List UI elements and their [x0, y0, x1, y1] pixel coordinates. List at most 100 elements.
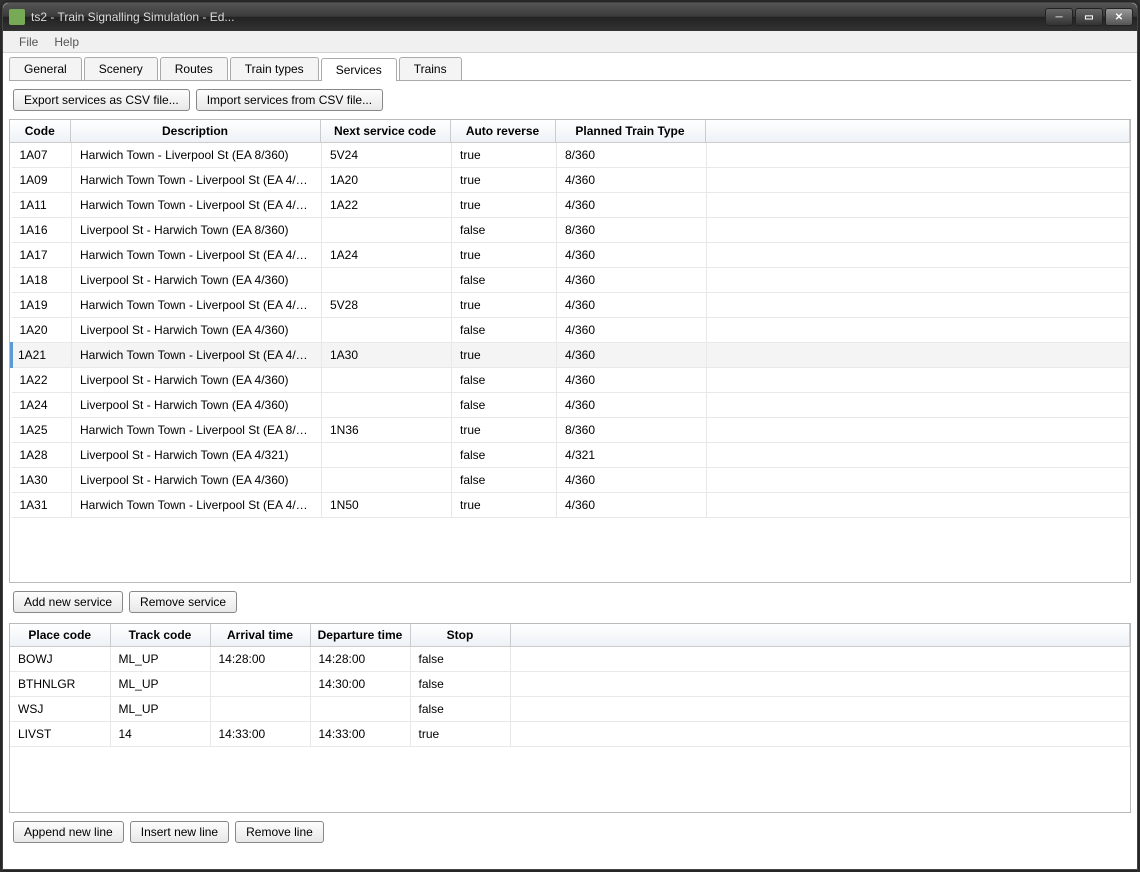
col-ptype[interactable]: Planned Train Type [555, 120, 705, 143]
cell-auto[interactable]: false [452, 443, 557, 468]
cell-ptype[interactable]: 8/360 [557, 143, 707, 168]
col-desc[interactable]: Description [70, 120, 320, 143]
add-service-button[interactable]: Add new service [13, 591, 123, 613]
cell-desc[interactable]: Liverpool St - Harwich Town (EA 4/360) [72, 268, 322, 293]
cell-next[interactable]: 1A30 [322, 343, 452, 368]
cell-next[interactable]: 1A24 [322, 243, 452, 268]
cell-next[interactable]: 1N36 [322, 418, 452, 443]
cell-desc[interactable]: Harwich Town - Liverpool St (EA 8/360) [72, 143, 322, 168]
lines-table[interactable]: Place code Track code Arrival time Depar… [9, 623, 1131, 813]
col-track[interactable]: Track code [110, 624, 210, 647]
cell-ptype[interactable]: 4/360 [557, 268, 707, 293]
cell-arr[interactable] [210, 672, 310, 697]
cell-code[interactable]: 1A28 [12, 443, 72, 468]
cell-dep[interactable]: 14:30:00 [310, 672, 410, 697]
cell-desc[interactable]: Liverpool St - Harwich Town (EA 4/360) [72, 468, 322, 493]
insert-line-button[interactable]: Insert new line [130, 821, 229, 843]
table-row[interactable]: 1A07Harwich Town - Liverpool St (EA 8/36… [12, 143, 1130, 168]
table-row[interactable]: 1A20Liverpool St - Harwich Town (EA 4/36… [12, 318, 1130, 343]
tab-traintypes[interactable]: Train types [230, 57, 319, 80]
cell-ptype[interactable]: 8/360 [557, 218, 707, 243]
tab-routes[interactable]: Routes [160, 57, 228, 80]
table-row[interactable]: WSJML_UPfalse [10, 697, 1130, 722]
table-row[interactable]: 1A17Harwich Town Town - Liverpool St (EA… [12, 243, 1130, 268]
cell-code[interactable]: 1A16 [12, 218, 72, 243]
cell-next[interactable] [322, 368, 452, 393]
cell-next[interactable] [322, 443, 452, 468]
cell-arr[interactable]: 14:28:00 [210, 647, 310, 672]
cell-desc[interactable]: Harwich Town Town - Liverpool St (EA 4/3… [72, 293, 322, 318]
cell-ptype[interactable]: 4/360 [557, 243, 707, 268]
cell-next[interactable]: 1N50 [322, 493, 452, 518]
cell-track[interactable]: ML_UP [110, 647, 210, 672]
tab-general[interactable]: General [9, 57, 82, 80]
cell-desc[interactable]: Liverpool St - Harwich Town (EA 4/321) [72, 443, 322, 468]
cell-next[interactable]: 1A22 [322, 193, 452, 218]
cell-auto[interactable]: true [452, 243, 557, 268]
cell-track[interactable]: ML_UP [110, 672, 210, 697]
cell-track[interactable]: 14 [110, 722, 210, 747]
cell-next[interactable]: 1A20 [322, 168, 452, 193]
cell-code[interactable]: 1A18 [12, 268, 72, 293]
cell-code[interactable]: 1A24 [12, 393, 72, 418]
cell-ptype[interactable]: 4/360 [557, 293, 707, 318]
col-stop[interactable]: Stop [410, 624, 510, 647]
cell-next[interactable] [322, 218, 452, 243]
table-row[interactable]: LIVST1414:33:0014:33:00true [10, 722, 1130, 747]
cell-dep[interactable]: 14:33:00 [310, 722, 410, 747]
col-auto[interactable]: Auto reverse [450, 120, 555, 143]
cell-arr[interactable] [210, 697, 310, 722]
table-row[interactable]: 1A30Liverpool St - Harwich Town (EA 4/36… [12, 468, 1130, 493]
cell-code[interactable]: 1A25 [12, 418, 72, 443]
cell-desc[interactable]: Harwich Town Town - Liverpool St (EA 4/3… [72, 493, 322, 518]
menu-file[interactable]: File [11, 33, 46, 51]
cell-next[interactable] [322, 318, 452, 343]
cell-code[interactable]: 1A20 [12, 318, 72, 343]
table-row[interactable]: 1A21Harwich Town Town - Liverpool St (EA… [12, 343, 1130, 368]
cell-ptype[interactable]: 4/321 [557, 443, 707, 468]
cell-desc[interactable]: Liverpool St - Harwich Town (EA 4/360) [72, 318, 322, 343]
cell-auto[interactable]: false [452, 318, 557, 343]
cell-auto[interactable]: false [452, 218, 557, 243]
cell-ptype[interactable]: 4/360 [557, 168, 707, 193]
services-table[interactable]: Code Description Next service code Auto … [9, 119, 1131, 583]
close-button[interactable]: ✕ [1105, 8, 1133, 26]
cell-place[interactable]: BTHNLGR [10, 672, 110, 697]
table-row[interactable]: 1A18Liverpool St - Harwich Town (EA 4/36… [12, 268, 1130, 293]
cell-auto[interactable]: false [452, 468, 557, 493]
cell-desc[interactable]: Harwich Town Town - Liverpool St (EA 8/3… [72, 418, 322, 443]
cell-code[interactable]: 1A11 [12, 193, 72, 218]
col-dep[interactable]: Departure time [310, 624, 410, 647]
cell-dep[interactable]: 14:28:00 [310, 647, 410, 672]
table-row[interactable]: BTHNLGRML_UP14:30:00false [10, 672, 1130, 697]
cell-code[interactable]: 1A09 [12, 168, 72, 193]
cell-desc[interactable]: Liverpool St - Harwich Town (EA 4/360) [72, 368, 322, 393]
table-row[interactable]: 1A25Harwich Town Town - Liverpool St (EA… [12, 418, 1130, 443]
table-row[interactable]: 1A22Liverpool St - Harwich Town (EA 4/36… [12, 368, 1130, 393]
cell-next[interactable] [322, 268, 452, 293]
table-row[interactable]: BOWJML_UP14:28:0014:28:00false [10, 647, 1130, 672]
cell-next[interactable]: 5V28 [322, 293, 452, 318]
cell-place[interactable]: BOWJ [10, 647, 110, 672]
cell-code[interactable]: 1A19 [12, 293, 72, 318]
remove-service-button[interactable]: Remove service [129, 591, 237, 613]
cell-dep[interactable] [310, 697, 410, 722]
col-arr[interactable]: Arrival time [210, 624, 310, 647]
col-place[interactable]: Place code [10, 624, 110, 647]
cell-arr[interactable]: 14:33:00 [210, 722, 310, 747]
cell-code[interactable]: 1A17 [12, 243, 72, 268]
table-row[interactable]: 1A09Harwich Town Town - Liverpool St (EA… [12, 168, 1130, 193]
table-row[interactable]: 1A19Harwich Town Town - Liverpool St (EA… [12, 293, 1130, 318]
export-csv-button[interactable]: Export services as CSV file... [13, 89, 190, 111]
cell-next[interactable] [322, 393, 452, 418]
table-row[interactable]: 1A31Harwich Town Town - Liverpool St (EA… [12, 493, 1130, 518]
append-line-button[interactable]: Append new line [13, 821, 124, 843]
cell-ptype[interactable]: 4/360 [557, 468, 707, 493]
table-row[interactable]: 1A11Harwich Town Town - Liverpool St (EA… [12, 193, 1130, 218]
cell-code[interactable]: 1A22 [12, 368, 72, 393]
cell-desc[interactable]: Harwich Town Town - Liverpool St (EA 4/3… [72, 193, 322, 218]
table-row[interactable]: 1A28Liverpool St - Harwich Town (EA 4/32… [12, 443, 1130, 468]
remove-line-button[interactable]: Remove line [235, 821, 324, 843]
cell-code[interactable]: 1A31 [12, 493, 72, 518]
col-next[interactable]: Next service code [320, 120, 450, 143]
